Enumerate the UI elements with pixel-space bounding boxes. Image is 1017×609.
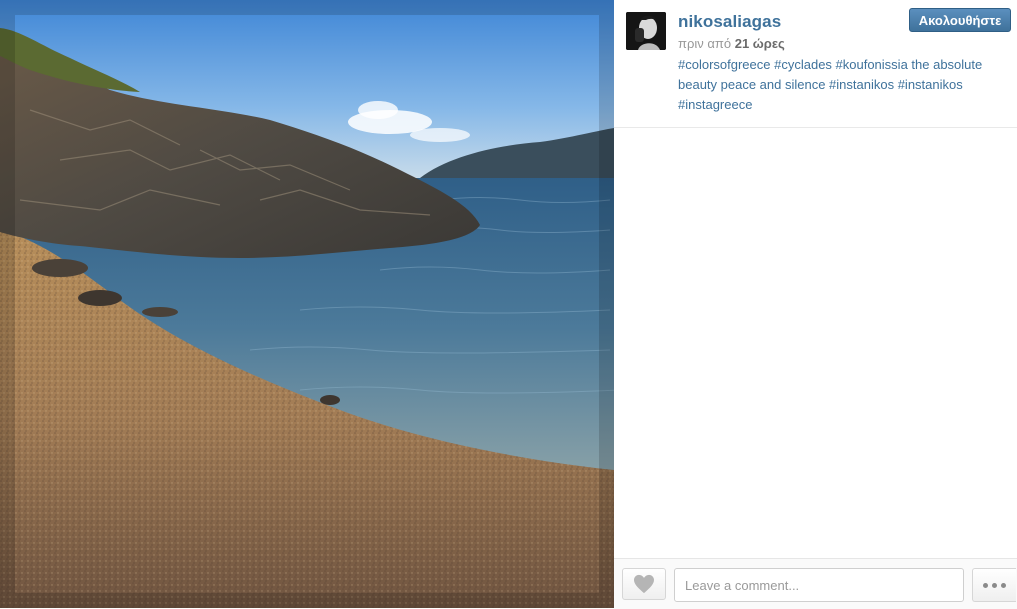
avatar[interactable]: [626, 12, 666, 50]
follow-button[interactable]: Ακολουθήστε: [909, 8, 1011, 32]
comment-bar: [614, 558, 1017, 609]
time-value: 21 ώρες: [734, 36, 785, 51]
time-prefix: πριν από: [678, 36, 732, 51]
more-dots-icon: [981, 582, 1008, 588]
beach-photo-image: [0, 0, 614, 608]
post-time: πριν από 21 ώρες: [678, 36, 785, 51]
like-button[interactable]: [622, 568, 666, 600]
comment-input[interactable]: [674, 568, 964, 602]
post-details-panel: nikosaliagas πριν από 21 ώρες #colorsofg…: [614, 0, 1017, 609]
post-photo[interactable]: [0, 0, 614, 608]
post-caption: #colorsofgreece #cyclades #koufonissia t…: [678, 57, 983, 112]
more-options-button[interactable]: [972, 568, 1016, 602]
username-link[interactable]: nikosaliagas: [678, 12, 781, 32]
post-header: nikosaliagas πριν από 21 ώρες #colorsofg…: [614, 0, 1017, 128]
avatar-image: [626, 12, 666, 50]
heart-icon: [634, 574, 654, 594]
